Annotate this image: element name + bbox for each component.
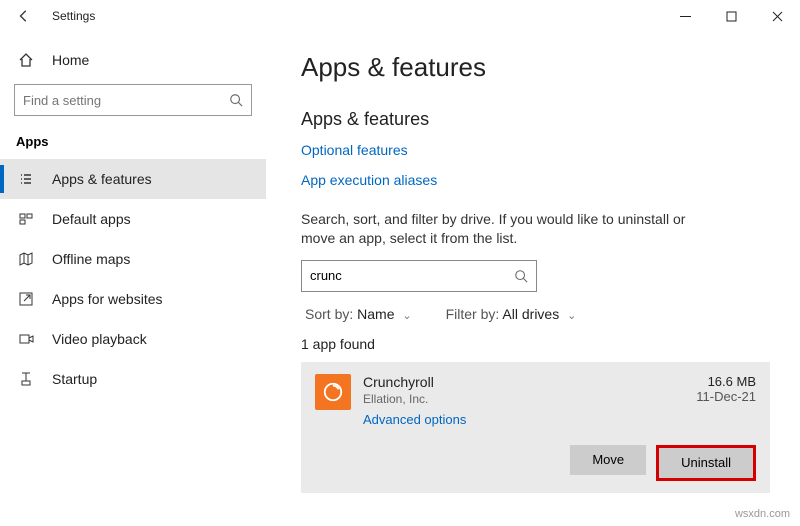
chevron-down-icon: ⌄ [402, 310, 411, 322]
sidebar-item-apps-websites[interactable]: Apps for websites [0, 279, 266, 319]
app-publisher: Ellation, Inc. [363, 392, 696, 406]
sidebar-item-label: Offline maps [52, 251, 130, 267]
sidebar-item-offline-maps[interactable]: Offline maps [0, 239, 266, 279]
sidebar: Home Apps Apps & features Default apps [0, 32, 267, 526]
sidebar-item-label: Default apps [52, 211, 131, 227]
home-label: Home [52, 52, 89, 68]
sidebar-item-default-apps[interactable]: Default apps [0, 199, 266, 239]
minimize-button[interactable] [662, 0, 708, 32]
sidebar-item-label: Startup [52, 371, 97, 387]
close-button[interactable] [754, 0, 800, 32]
chevron-down-icon: ⌄ [567, 310, 576, 322]
search-icon [514, 269, 528, 283]
optional-features-link[interactable]: Optional features [301, 142, 408, 158]
main-content: Apps & features Apps & features Optional… [267, 32, 800, 526]
sidebar-item-label: Video playback [52, 331, 147, 347]
app-date: 11-Dec-21 [696, 389, 756, 404]
sort-label: Sort by: [305, 306, 353, 322]
video-icon [16, 331, 36, 347]
search-icon [229, 93, 243, 107]
section-title: Apps & features [301, 109, 770, 130]
sort-value: Name [357, 306, 394, 322]
watermark: wsxdn.com [735, 508, 790, 520]
uninstall-button[interactable]: Uninstall [659, 448, 753, 478]
filter-label: Filter by: [446, 306, 500, 322]
home-nav[interactable]: Home [0, 44, 266, 76]
sidebar-item-video-playback[interactable]: Video playback [0, 319, 266, 359]
home-icon [16, 52, 36, 68]
settings-search[interactable] [14, 84, 252, 116]
advanced-options-link[interactable]: Advanced options [363, 412, 466, 427]
app-execution-aliases-link[interactable]: App execution aliases [301, 172, 437, 188]
app-size: 16.6 MB [696, 374, 756, 389]
list-icon [16, 171, 36, 187]
page-title: Apps & features [301, 52, 770, 83]
sidebar-item-startup[interactable]: Startup [0, 359, 266, 399]
open-icon [16, 291, 36, 307]
defaults-icon [16, 211, 36, 227]
uninstall-highlight: Uninstall [656, 445, 756, 481]
app-name: Crunchyroll [363, 374, 696, 390]
back-button[interactable] [8, 9, 40, 23]
app-search-input[interactable] [310, 268, 514, 283]
filter-value: All drives [502, 306, 559, 322]
map-icon [16, 251, 36, 267]
app-icon [315, 374, 351, 410]
settings-search-input[interactable] [23, 93, 229, 108]
filter-by-control[interactable]: Filter by: All drives ⌄ [446, 306, 577, 322]
sidebar-section-label: Apps [0, 130, 266, 159]
startup-icon [16, 371, 36, 387]
result-count: 1 app found [301, 336, 770, 352]
maximize-button[interactable] [708, 0, 754, 32]
sidebar-item-label: Apps & features [52, 171, 152, 187]
app-search-box[interactable] [301, 260, 537, 292]
sort-by-control[interactable]: Sort by: Name ⌄ [305, 306, 412, 322]
window-title: Settings [40, 9, 95, 23]
app-list-item[interactable]: Crunchyroll Ellation, Inc. Advanced opti… [301, 362, 770, 493]
description-text: Search, sort, and filter by drive. If yo… [301, 210, 721, 248]
sidebar-item-apps-features[interactable]: Apps & features [0, 159, 266, 199]
move-button[interactable]: Move [570, 445, 646, 475]
sidebar-item-label: Apps for websites [52, 291, 163, 307]
